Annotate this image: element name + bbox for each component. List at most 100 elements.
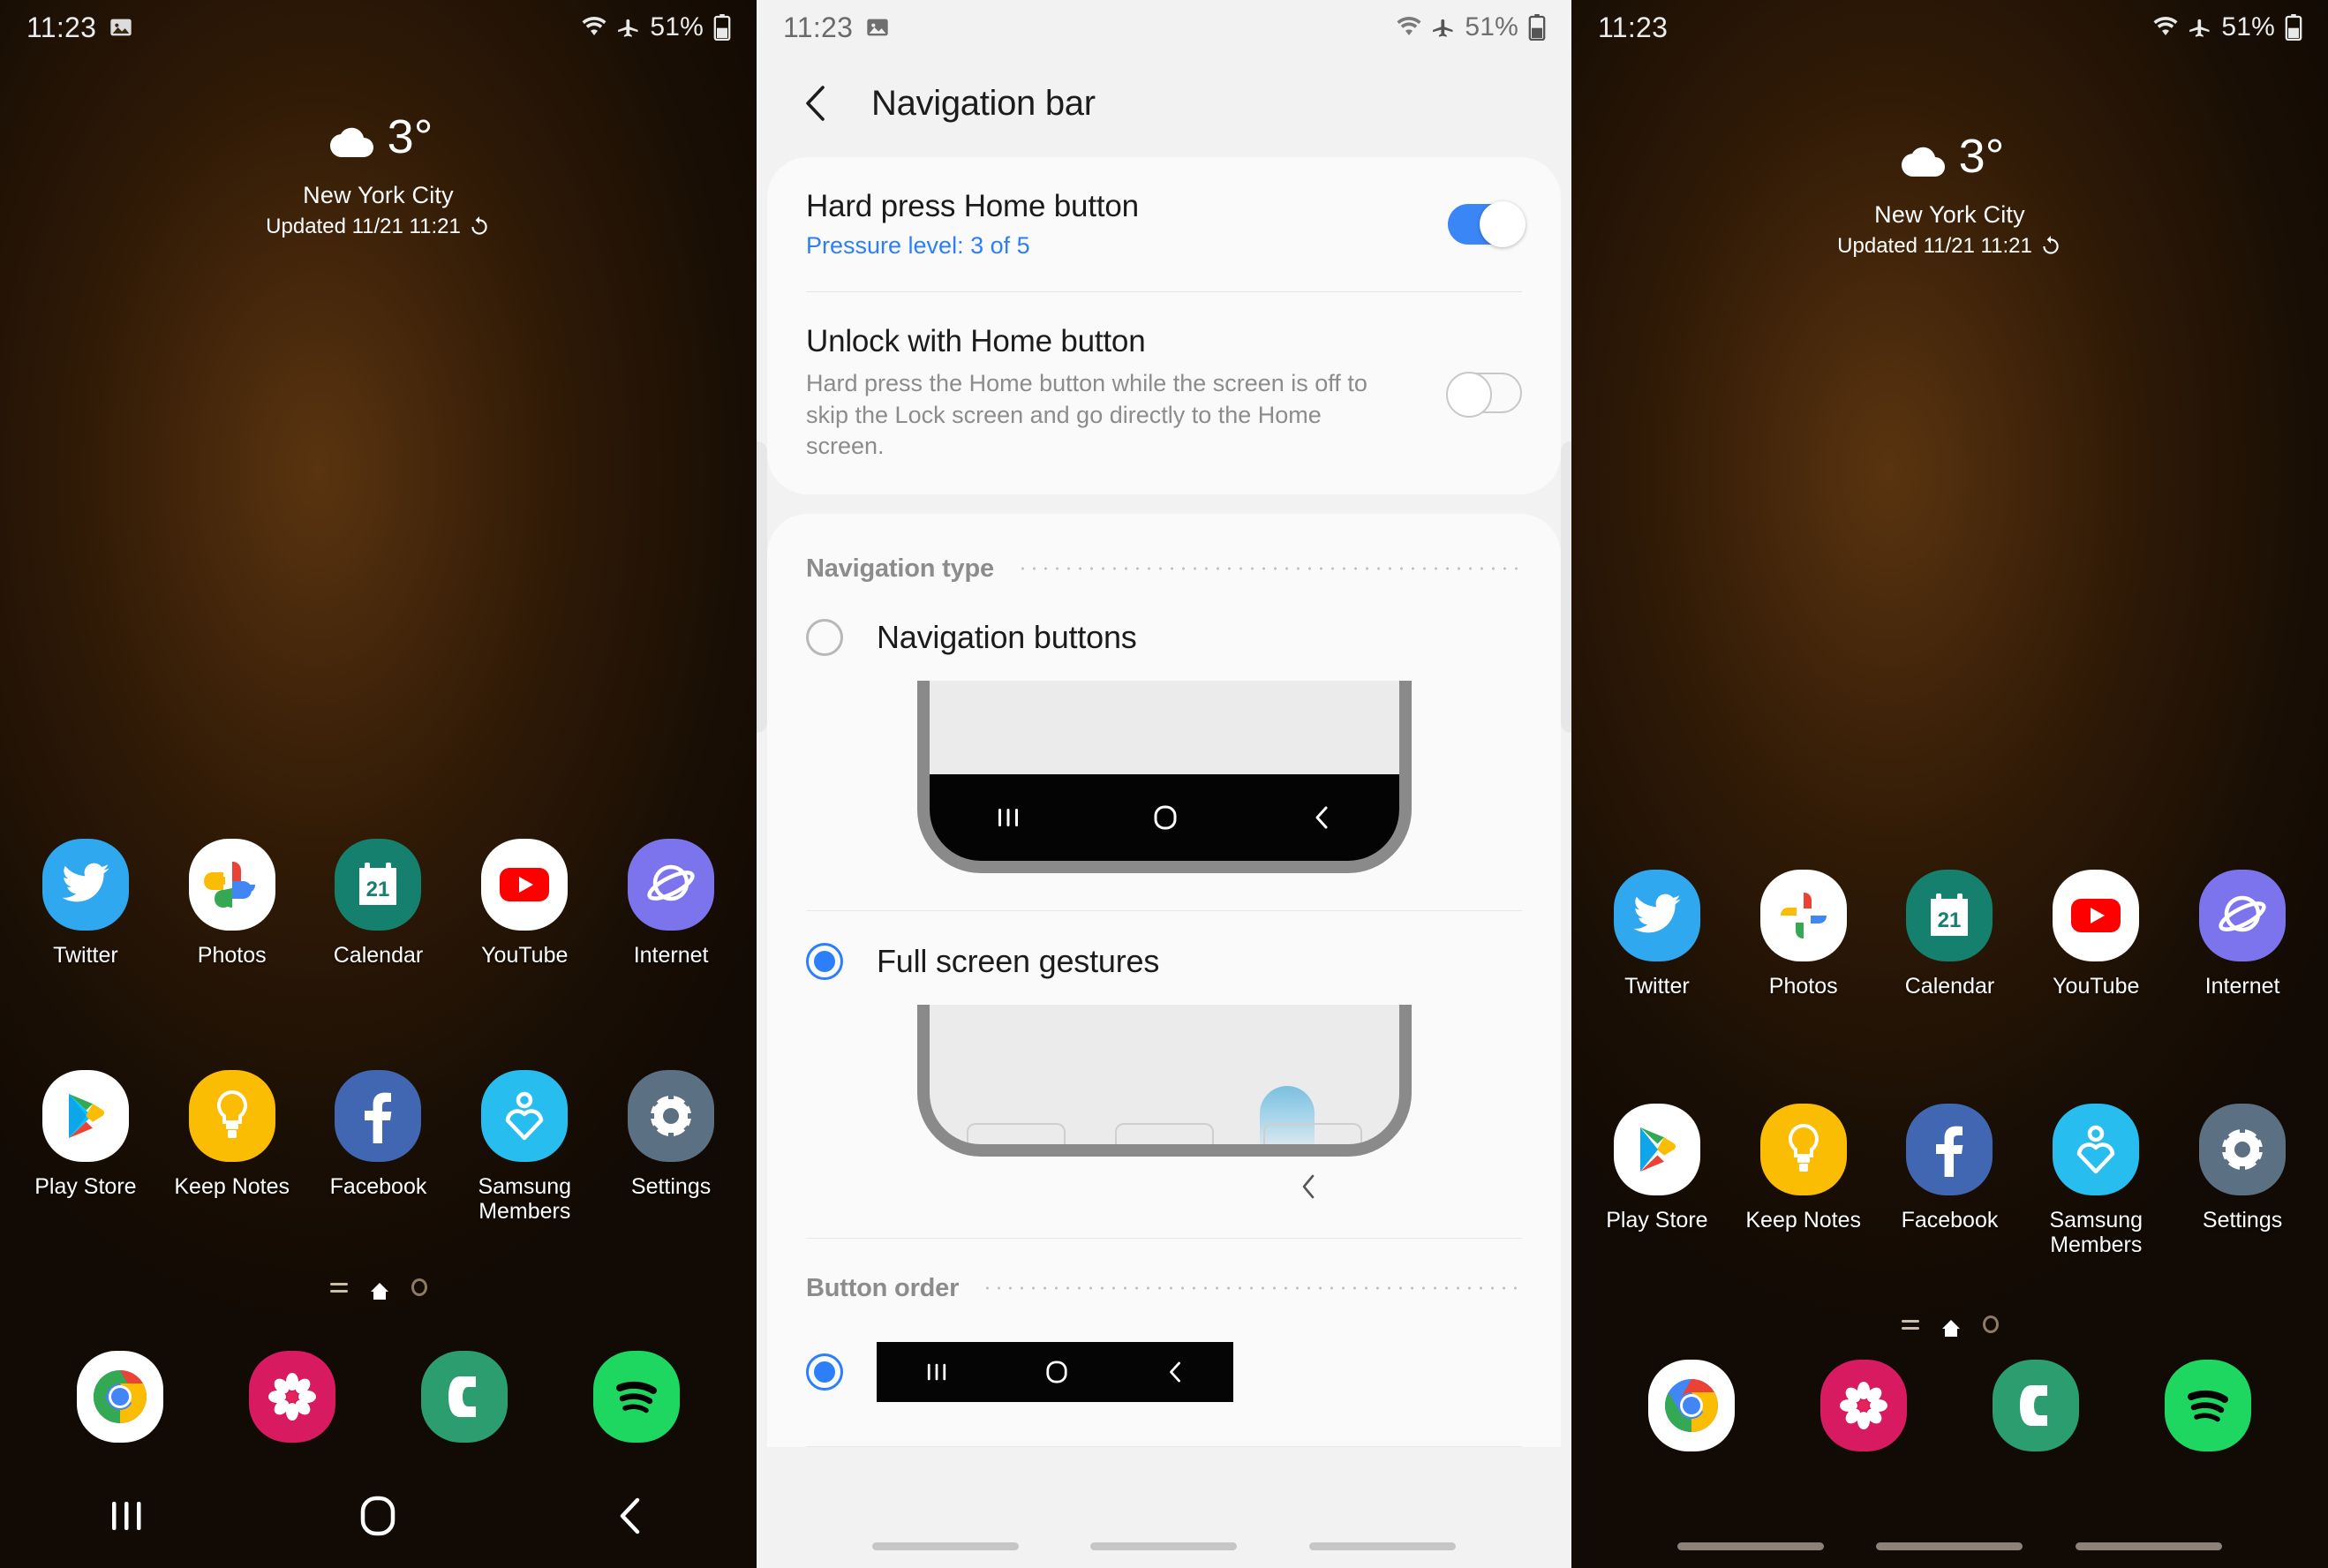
app-icon-settings[interactable]: Settings <box>604 1070 738 1199</box>
navigation-buttons-radio[interactable] <box>806 618 843 656</box>
apps-list-icon[interactable] <box>329 1282 348 1293</box>
weather-widget[interactable]: 3° New York City Updated 11/21 11:21 <box>0 110 757 239</box>
gesture-hint-recents[interactable] <box>1676 1542 1824 1550</box>
battery-percent-label: 51% <box>1465 12 1518 41</box>
gallery-flower-icon[interactable] <box>248 1351 335 1443</box>
app-label: Twitter <box>53 943 118 968</box>
app-label: Keep Notes <box>174 1174 290 1199</box>
apps-list-icon[interactable] <box>1901 1319 1919 1330</box>
app-icon-internet[interactable]: Internet <box>604 839 738 968</box>
refresh-icon[interactable] <box>2039 235 2062 258</box>
pressure-level-label[interactable]: Pressure level: 3 of 5 <box>806 232 1430 260</box>
youtube-icon <box>481 839 569 931</box>
navigation-bar-settings-panel: 11:23 51% Navigation bar Hard press Home… <box>757 0 1571 1568</box>
app-icon-twitter[interactable]: Twitter <box>1590 870 1724 999</box>
app-icon-internet[interactable]: Internet <box>2175 870 2309 999</box>
keep-notes-icon <box>188 1070 275 1162</box>
dock <box>1571 1360 2328 1451</box>
gesture-hint-back[interactable] <box>2076 1542 2223 1550</box>
unlock-with-home-row[interactable]: Unlock with Home button Hard press the H… <box>767 292 1561 494</box>
app-icon-twitter[interactable]: Twitter <box>19 839 153 968</box>
button-order-option[interactable] <box>767 1315 1561 1432</box>
home-square-icon <box>1045 1360 1068 1384</box>
full-screen-gestures-radio[interactable] <box>806 942 843 980</box>
facebook-icon <box>1906 1104 1993 1195</box>
back-chevron-icon <box>1311 805 1332 830</box>
spotify-icon[interactable] <box>593 1351 681 1443</box>
app-icon-calendar[interactable]: 21 Calendar <box>1882 870 2016 999</box>
back-chevron-icon <box>917 1157 1412 1201</box>
battery-percent-label: 51% <box>650 12 704 41</box>
battery-percent-label: 51% <box>2221 12 2275 41</box>
airplane-mode-icon <box>616 15 641 40</box>
recents-button[interactable] <box>56 1498 197 1534</box>
gesture-hint-recents[interactable] <box>871 1542 1019 1550</box>
home-icon[interactable] <box>370 1283 388 1300</box>
circle-icon[interactable] <box>411 1278 427 1296</box>
unlock-with-home-description: Hard press the Home button while the scr… <box>806 370 1367 460</box>
app-icon-facebook[interactable]: Facebook <box>1882 1104 2016 1233</box>
weather-widget[interactable]: 3° New York City Updated 11/21 11:21 <box>1571 130 2328 259</box>
home-button[interactable] <box>307 1495 448 1537</box>
settings-gear-icon <box>628 1070 715 1162</box>
app-icon-calendar[interactable]: 21 Calendar <box>311 839 445 968</box>
back-button[interactable] <box>560 1496 701 1536</box>
gesture-hint-home[interactable] <box>1876 1542 2023 1550</box>
page-indicator <box>1571 1315 2328 1337</box>
app-label: Calendar <box>1904 974 1995 999</box>
settings-scroll-area[interactable]: Hard press Home button Pressure level: 3… <box>757 157 1571 1501</box>
battery-icon <box>712 14 732 41</box>
hard-press-home-row[interactable]: Hard press Home button Pressure level: 3… <box>767 157 1561 291</box>
app-icon-settings[interactable]: Settings <box>2175 1104 2309 1233</box>
svg-text:21: 21 <box>366 878 390 901</box>
refresh-icon[interactable] <box>468 215 491 238</box>
phone-icon[interactable] <box>1993 1360 2080 1451</box>
phone-icon[interactable] <box>421 1351 509 1443</box>
app-label: Photos <box>197 943 267 968</box>
navigation-bar <box>0 1464 757 1568</box>
chrome-icon[interactable] <box>1647 1360 1735 1451</box>
app-icon-samsung-members[interactable]: Samsung Members <box>457 1070 591 1224</box>
play-store-icon <box>1613 1104 1700 1195</box>
app-grid-row-2: Play Store Keep Notes Facebook Samsung M… <box>0 1070 757 1224</box>
full-screen-gestures-option[interactable]: Full screen gestures <box>767 911 1561 989</box>
button-order-label: Button order <box>806 1273 960 1302</box>
app-icon-facebook[interactable]: Facebook <box>311 1070 445 1199</box>
recents-icon <box>925 1361 948 1383</box>
app-label: Internet <box>2204 974 2280 999</box>
navigation-buttons-label: Navigation buttons <box>877 618 1137 655</box>
app-icon-play-store[interactable]: Play Store <box>19 1070 153 1199</box>
app-label: YouTube <box>2053 974 2140 999</box>
spotify-icon[interactable] <box>2165 1360 2252 1451</box>
back-chevron-icon[interactable] <box>792 79 840 127</box>
circle-icon[interactable] <box>1982 1315 1999 1333</box>
app-icon-keep-notes[interactable]: Keep Notes <box>1737 1104 1871 1233</box>
button-order-radio[interactable] <box>806 1353 843 1391</box>
gallery-flower-icon[interactable] <box>1819 1360 1907 1451</box>
keep-notes-icon <box>1759 1104 1847 1195</box>
gesture-hint-back[interactable] <box>1309 1542 1457 1550</box>
navigation-buttons-option[interactable]: Navigation buttons <box>767 596 1561 665</box>
app-icon-play-store[interactable]: Play Store <box>1590 1104 1724 1233</box>
app-label: Settings <box>630 1174 712 1199</box>
app-icon-youtube[interactable]: YouTube <box>457 839 591 968</box>
app-label: Samsung Members <box>478 1174 572 1224</box>
app-icon-photos[interactable]: Photos <box>1737 870 1871 999</box>
recents-icon <box>996 806 1021 829</box>
unlock-with-home-title: Unlock with Home button <box>806 324 1146 358</box>
unlock-with-home-toggle[interactable] <box>1446 372 1522 418</box>
hard-press-home-toggle[interactable] <box>1448 201 1526 247</box>
weather-updated-time: Updated 11/21 11:21 <box>1837 234 2032 258</box>
chrome-icon[interactable] <box>76 1351 163 1443</box>
app-label: Play Store <box>34 1174 137 1199</box>
app-label: Twitter <box>1624 974 1690 999</box>
app-icon-samsung-members[interactable]: Samsung Members <box>2029 1104 2163 1257</box>
image-icon <box>109 15 133 40</box>
navigation-type-label: Navigation type <box>806 554 994 583</box>
app-icon-youtube[interactable]: YouTube <box>2029 870 2163 999</box>
home-icon[interactable] <box>1941 1320 1960 1337</box>
gesture-hint-home[interactable] <box>1090 1542 1238 1550</box>
three-panel-screenshot: 11:23 51% 3° New York City Updated 11/21… <box>0 0 2328 1568</box>
app-icon-keep-notes[interactable]: Keep Notes <box>165 1070 299 1199</box>
app-icon-photos[interactable]: Photos <box>165 839 299 968</box>
